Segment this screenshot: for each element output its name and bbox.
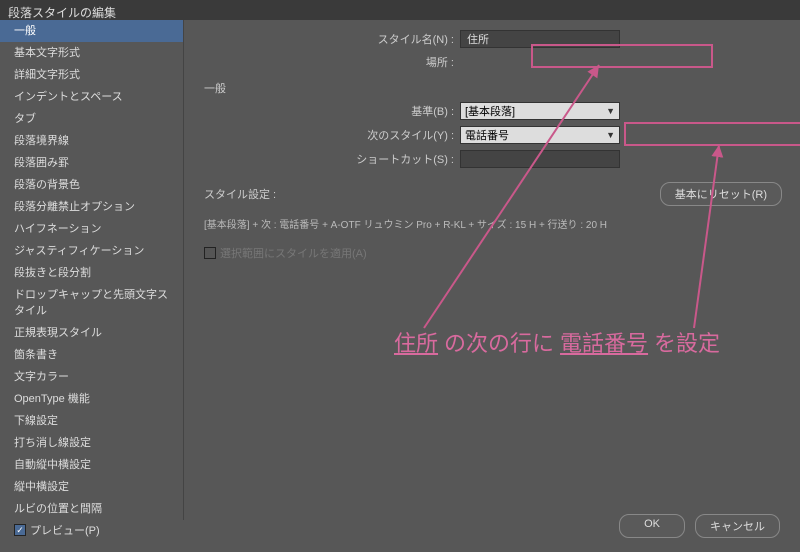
cancel-button[interactable]: キャンセル: [695, 514, 780, 538]
chevron-down-icon: ▼: [606, 130, 615, 140]
base-label: 基準(B) :: [200, 103, 460, 119]
style-name-label: スタイル名(N) :: [200, 31, 460, 47]
sidebar-item[interactable]: インデントとスペース: [0, 86, 183, 108]
sidebar-item[interactable]: 文字カラー: [0, 366, 183, 388]
sidebar-item[interactable]: 縦中横設定: [0, 476, 183, 498]
style-name-input[interactable]: [460, 30, 620, 48]
next-style-value: 電話番号: [465, 127, 509, 143]
ok-button[interactable]: OK: [619, 514, 685, 538]
base-select[interactable]: [基本段落] ▼: [460, 102, 620, 120]
sidebar-item[interactable]: OpenType 機能: [0, 388, 183, 410]
dialog-window: 段落スタイルの編集 一般基本文字形式詳細文字形式インデントとスペースタブ段落境界…: [0, 0, 800, 552]
sidebar-item[interactable]: 段落分離禁止オプション: [0, 196, 183, 218]
reset-button[interactable]: 基本にリセット(R): [660, 182, 782, 206]
next-style-select[interactable]: 電話番号 ▼: [460, 126, 620, 144]
sidebar-item[interactable]: 正規表現スタイル: [0, 322, 183, 344]
next-style-label: 次のスタイル(Y) :: [200, 127, 460, 143]
category-sidebar: 一般基本文字形式詳細文字形式インデントとスペースタブ段落境界線段落囲み罫段落の背…: [0, 20, 184, 520]
shortcut-input[interactable]: [460, 150, 620, 168]
sidebar-item[interactable]: ハイフネーション: [0, 218, 183, 240]
style-summary: [基本段落] + 次 : 電話番号 + A-OTF リュウミン Pro + R-…: [200, 208, 784, 239]
main-panel: スタイル名(N) : 場所 : 一般 基準(B) : [基本段落] ▼ 次のスタ…: [184, 20, 800, 520]
preview-label: プレビュー(P): [30, 522, 100, 538]
sidebar-item[interactable]: ジャスティフィケーション: [0, 240, 183, 262]
sidebar-item[interactable]: 打ち消し線設定: [0, 432, 183, 454]
sidebar-item[interactable]: 段落境界線: [0, 130, 183, 152]
preview-checkbox[interactable]: ✓ プレビュー(P): [14, 522, 100, 538]
sidebar-item[interactable]: 自動縦中横設定: [0, 454, 183, 476]
location-label: 場所 :: [200, 54, 460, 70]
checkbox-icon: ✓: [14, 524, 26, 536]
sidebar-item[interactable]: 基本文字形式: [0, 42, 183, 64]
annotation-part3: 電話番号: [560, 326, 648, 358]
sidebar-item[interactable]: 一般: [0, 20, 183, 42]
annotation-part1: 住所: [394, 326, 438, 358]
dialog-footer: ✓ プレビュー(P) OK キャンセル: [0, 520, 800, 552]
sidebar-item[interactable]: 段落囲み罫: [0, 152, 183, 174]
base-select-value: [基本段落]: [465, 103, 515, 119]
dialog-title: 段落スタイルの編集: [0, 0, 800, 20]
sidebar-item[interactable]: 段落の背景色: [0, 174, 183, 196]
sidebar-item[interactable]: 段抜きと段分割: [0, 262, 183, 284]
sidebar-item[interactable]: 詳細文字形式: [0, 64, 183, 86]
sidebar-item[interactable]: ルビの位置と間隔: [0, 498, 183, 520]
dialog-body: 一般基本文字形式詳細文字形式インデントとスペースタブ段落境界線段落囲み罫段落の背…: [0, 20, 800, 520]
chevron-down-icon: ▼: [606, 106, 615, 116]
sidebar-item[interactable]: タブ: [0, 108, 183, 130]
annotation-text: 住所 の次の行に 電話番号 を設定: [394, 326, 720, 358]
sidebar-item[interactable]: 箇条書き: [0, 344, 183, 366]
general-section-label: 一般: [204, 80, 784, 96]
shortcut-label: ショートカット(S) :: [200, 151, 460, 167]
annotation-part4: を設定: [654, 326, 720, 358]
annotation-part2: の次の行に: [444, 326, 554, 358]
sidebar-item[interactable]: ドロップキャップと先頭文字スタイル: [0, 284, 183, 322]
apply-to-selection-checkbox: ✓ 選択範囲にスタイルを適用(A): [200, 239, 784, 267]
checkbox-icon: ✓: [204, 247, 216, 259]
apply-to-selection-label: 選択範囲にスタイルを適用(A): [220, 245, 367, 261]
sidebar-item[interactable]: 下線設定: [0, 410, 183, 432]
